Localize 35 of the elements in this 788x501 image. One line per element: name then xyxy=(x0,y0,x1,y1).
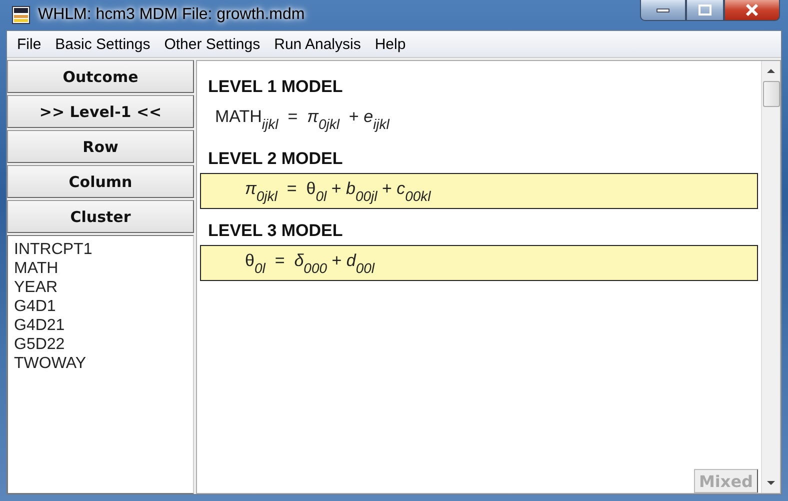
model-heading: LEVEL 3 MODEL xyxy=(207,221,344,241)
model-button[interactable]: Cluster xyxy=(7,200,194,233)
model-button[interactable]: >> Level-1 << xyxy=(7,95,194,128)
scroll-down-icon[interactable] xyxy=(766,479,776,487)
minimize-icon xyxy=(656,7,670,13)
menu-item[interactable]: Help xyxy=(368,34,414,54)
menu-item[interactable]: Basic Settings xyxy=(49,34,158,54)
variable-item[interactable]: G4D1 xyxy=(14,297,187,316)
minimize-button[interactable] xyxy=(640,0,686,21)
menu-item[interactable]: Run Analysis xyxy=(268,34,369,54)
variable-item[interactable]: G5D22 xyxy=(14,335,187,354)
model-button[interactable]: Column xyxy=(7,165,194,198)
model-equation[interactable]: MATH$_{ijkl}$ = π$_{0jkl}$ + e$_{ijkl}$ xyxy=(200,101,758,137)
variable-item[interactable]: MATH xyxy=(14,259,187,278)
model-button[interactable]: Row xyxy=(7,130,194,163)
close-icon xyxy=(745,4,759,16)
close-button[interactable] xyxy=(724,0,780,21)
maximize-icon xyxy=(698,4,712,16)
model-heading: LEVEL 1 MODEL xyxy=(207,77,344,97)
variable-item[interactable]: TWOWAY xyxy=(14,354,187,373)
vertical-scrollbar[interactable] xyxy=(761,61,780,493)
variable-item[interactable]: G4D21 xyxy=(14,316,187,335)
menu-item[interactable]: File xyxy=(11,34,50,54)
model-button[interactable]: Outcome xyxy=(7,60,194,93)
variable-item[interactable]: INTRCPT1 xyxy=(14,240,187,259)
menu-item[interactable]: Other Settings xyxy=(158,34,268,54)
scroll-up-icon[interactable] xyxy=(766,67,776,75)
model-equation[interactable]: θ$_{0l}$ = δ$_{000}$ + d$_{00l}$ xyxy=(200,245,758,281)
maximize-button[interactable] xyxy=(686,0,724,21)
model-heading: LEVEL 2 MODEL xyxy=(207,149,344,169)
app-logo-icon xyxy=(12,6,30,24)
model-equation[interactable]: π$_{0jkl}$ = θ$_{0l}$ + b$_{00jl}$ + c$_{00kl}$ xyxy=(200,173,758,209)
scroll-thumb[interactable] xyxy=(762,81,780,107)
variable-item[interactable]: YEAR xyxy=(14,278,187,297)
window-title: WHLM: hcm3 MDM File: growth.mdm xyxy=(38,6,305,24)
